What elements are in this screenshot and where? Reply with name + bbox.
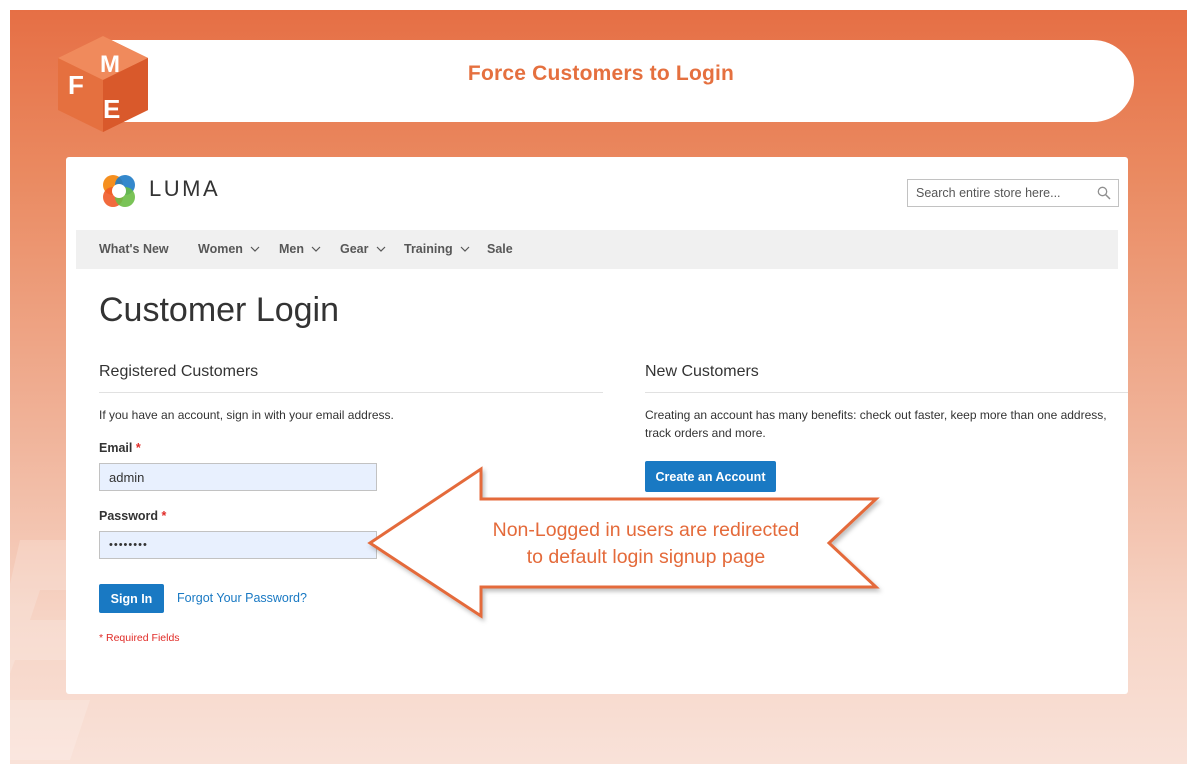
main-navigation: What's New Women Men Gear Training Sale [76, 230, 1118, 269]
email-field[interactable] [99, 463, 377, 491]
email-label-text: Email [99, 441, 133, 455]
page-title: Customer Login [99, 291, 340, 329]
nav-item-label: What's New [99, 242, 169, 256]
chevron-down-icon [311, 246, 321, 252]
callout-text: Non-Logged in users are redirected to de… [468, 517, 824, 571]
new-customers-title: New Customers [645, 363, 759, 380]
registered-customers-note: If you have an account, sign in with you… [99, 408, 394, 422]
nav-item-label: Women [198, 242, 243, 256]
required-marker: * [161, 509, 167, 523]
nav-item-label: Gear [340, 242, 369, 256]
create-account-button[interactable]: Create an Account [645, 461, 776, 492]
nav-item-label: Training [404, 242, 453, 256]
nav-item-label: Men [279, 242, 304, 256]
chevron-down-icon [376, 246, 385, 252]
fme-logo-letter-m: M [100, 51, 120, 78]
store-search [907, 179, 1119, 207]
nav-item-training[interactable]: Training [404, 242, 470, 256]
forgot-password-link[interactable]: Forgot Your Password? [177, 591, 307, 605]
callout-line: Non-Logged in users are redirected [492, 519, 800, 541]
fme-logo-letter-f: F [68, 70, 84, 100]
nav-item-women[interactable]: Women [198, 242, 260, 256]
divider [645, 392, 1128, 393]
chevron-down-icon [460, 246, 470, 252]
password-label: Password * [99, 509, 166, 523]
required-fields-note: * Required Fields [99, 632, 180, 644]
banner-header: Force Customers to Login [68, 40, 1134, 122]
callout-line: to default login signup page [526, 546, 766, 568]
chevron-down-icon [250, 246, 260, 252]
new-customers-note-line: track orders and more. [645, 426, 766, 440]
password-label-text: Password [99, 509, 159, 523]
background-frame: Force Customers to Login F M E LUMA Wha [10, 10, 1187, 764]
luma-logo-text[interactable]: LUMA [149, 176, 220, 202]
nav-item-gear[interactable]: Gear [340, 242, 386, 256]
password-field[interactable] [99, 531, 377, 559]
sign-in-button[interactable]: Sign In [99, 584, 164, 613]
banner-title: Force Customers to Login [467, 62, 735, 85]
nav-item-sale[interactable]: Sale [487, 242, 513, 256]
email-label: Email * [99, 441, 141, 455]
nav-item-label: Sale [487, 242, 513, 256]
required-marker: * [135, 441, 141, 455]
new-customers-note-line: Creating an account has many benefits: c… [645, 408, 1107, 422]
search-input[interactable] [908, 180, 1092, 206]
registered-customers-title: Registered Customers [99, 363, 259, 380]
search-icon[interactable] [1097, 186, 1111, 200]
divider [99, 392, 603, 393]
nav-item-men[interactable]: Men [279, 242, 321, 256]
new-customers-note: Creating an account has many benefits: c… [645, 406, 1107, 442]
luma-logo-icon[interactable] [99, 171, 139, 211]
fme-logo-icon: F M E [58, 36, 148, 132]
nav-item-whats-new[interactable]: What's New [99, 242, 169, 256]
fme-logo-letter-e: E [103, 94, 120, 124]
store-login-screenshot: LUMA What's New Women Men Gear [66, 157, 1128, 694]
